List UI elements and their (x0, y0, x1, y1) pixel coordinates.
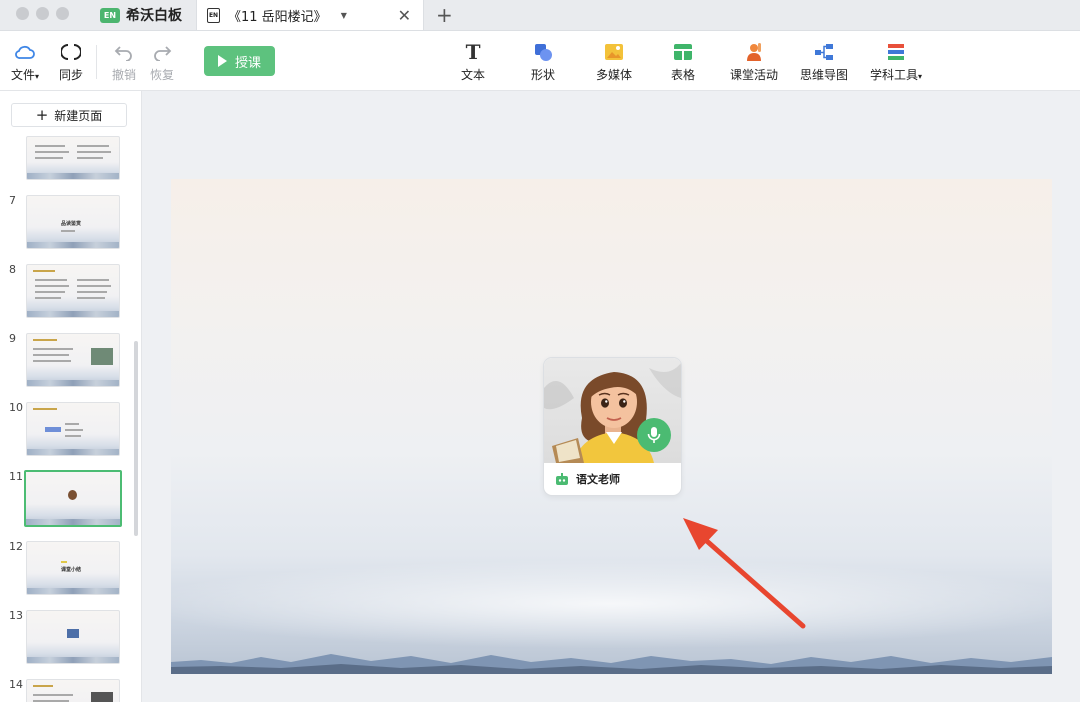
page-thumbnail[interactable] (26, 610, 120, 664)
teacher-avatar-card[interactable]: 语文老师 (543, 357, 682, 496)
page-thumbnail[interactable] (26, 136, 120, 180)
mindmap-icon (814, 41, 834, 63)
mindmap-tool-label: 思维导图 (800, 68, 849, 82)
play-icon (217, 55, 227, 67)
file-menu-label: 文件 (11, 68, 36, 82)
page-number: 7 (9, 194, 16, 207)
sidebar-scrollbar[interactable] (134, 341, 138, 536)
page-thumbnail[interactable] (26, 264, 120, 318)
media-tool-button[interactable]: 多媒体 (596, 41, 632, 83)
sync-label: 同步 (59, 68, 84, 82)
cloud-icon (14, 41, 36, 63)
image-icon (604, 41, 624, 63)
text-tool-button[interactable]: T 文本 (461, 40, 486, 83)
page-thumb-title: 课堂小结 (61, 567, 82, 573)
text-tool-label: 文本 (461, 68, 486, 82)
media-tool-label: 多媒体 (596, 68, 633, 82)
teacher-thumb-avatar (68, 490, 77, 500)
subject-tools-button[interactable]: 学科工具▾ (870, 41, 922, 83)
close-icon[interactable]: ✕ (398, 6, 411, 25)
file-menu-button[interactable]: 文件▾ (11, 41, 39, 83)
page-thumbnail[interactable] (26, 333, 120, 387)
tab-document-label: 《11 岳阳楼记》 (228, 9, 327, 25)
teach-label: 授课 (234, 55, 261, 71)
table-icon (673, 41, 693, 63)
undo-label: 撤销 (112, 68, 137, 82)
redo-icon (152, 41, 172, 63)
new-tab-button[interactable]: + (436, 3, 453, 27)
page-number: 8 (9, 263, 16, 276)
teacher-card-footer: 语文老师 (544, 463, 681, 495)
window-close-dot[interactable] (16, 7, 29, 20)
page-thumbnail[interactable]: 品读鉴赏 (26, 195, 120, 249)
undo-button[interactable]: 撤销 (112, 41, 136, 83)
mountain-range-image (171, 654, 1052, 674)
page-thumbnail[interactable] (26, 679, 120, 702)
new-page-label: 新建页面 (54, 108, 103, 123)
tab-document[interactable]: EN 《11 岳阳楼记》 ▼ ✕ (196, 0, 424, 30)
plus-icon: + (35, 106, 49, 124)
table-tool-label: 表格 (671, 68, 696, 82)
page-sidebar: + 新建页面 7 品读鉴赏 8 9 10 11 12 课堂小结 13 14 (0, 91, 142, 702)
toolbar-divider (96, 45, 97, 79)
page-number: 12 (9, 540, 23, 553)
teacher-avatar-image (544, 358, 681, 463)
teach-button[interactable]: 授课 (204, 46, 275, 76)
app-logo-icon: EN (100, 7, 120, 23)
page-number: 9 (9, 332, 16, 345)
page-number: 10 (9, 401, 23, 414)
page-thumbnail[interactable] (26, 402, 120, 456)
redo-button[interactable]: 恢复 (150, 41, 174, 83)
shape-tool-button[interactable]: 形状 (531, 41, 555, 83)
hand-raise-icon (744, 41, 764, 63)
page-thumbnail-active[interactable] (24, 470, 122, 527)
teacher-name: 语文老师 (576, 473, 620, 486)
page-number: 11 (9, 470, 23, 483)
page-thumbnail[interactable]: 课堂小结 (26, 541, 120, 595)
sync-button[interactable]: 同步 (59, 41, 83, 83)
page-number: 14 (9, 678, 23, 691)
page-number: 13 (9, 609, 23, 622)
activity-tool-button[interactable]: 课堂活动 (730, 41, 778, 83)
tab-app[interactable]: EN 希沃白板 (90, 0, 196, 30)
subject-tools-label: 学科工具 (870, 68, 919, 82)
shape-tool-label: 形状 (531, 68, 556, 82)
shape-icon (533, 41, 553, 63)
mindmap-tool-button[interactable]: 思维导图 (800, 41, 848, 83)
toolbar: 文件▾ 同步 撤销 恢复 授课 T 文本 形状 多媒体 表格 课堂活动 思维导图… (0, 31, 1080, 91)
microphone-icon (647, 427, 661, 443)
chevron-down-icon[interactable]: ▼ (341, 11, 347, 20)
canvas-mist (171, 559, 1052, 649)
sync-icon (61, 41, 81, 63)
title-bar: EN 希沃白板 EN 《11 岳阳楼记》 ▼ ✕ + (0, 0, 1080, 31)
microphone-button[interactable] (637, 418, 671, 452)
table-tool-button[interactable]: 表格 (671, 41, 695, 83)
redo-label: 恢复 (150, 68, 175, 82)
slide-canvas[interactable]: 语文老师 (171, 179, 1052, 674)
text-icon: T (465, 40, 481, 64)
undo-icon (114, 41, 134, 63)
document-icon: EN (207, 7, 220, 23)
tab-app-label: 希沃白板 (126, 8, 182, 24)
teacher-role-icon (556, 472, 568, 485)
window-minimize-dot[interactable] (36, 7, 49, 20)
page-thumb-title: 品读鉴赏 (61, 221, 82, 227)
subject-tools-icon (887, 41, 905, 63)
window-zoom-dot[interactable] (56, 7, 69, 20)
new-page-button[interactable]: + 新建页面 (11, 103, 127, 127)
activity-tool-label: 课堂活动 (730, 68, 779, 82)
